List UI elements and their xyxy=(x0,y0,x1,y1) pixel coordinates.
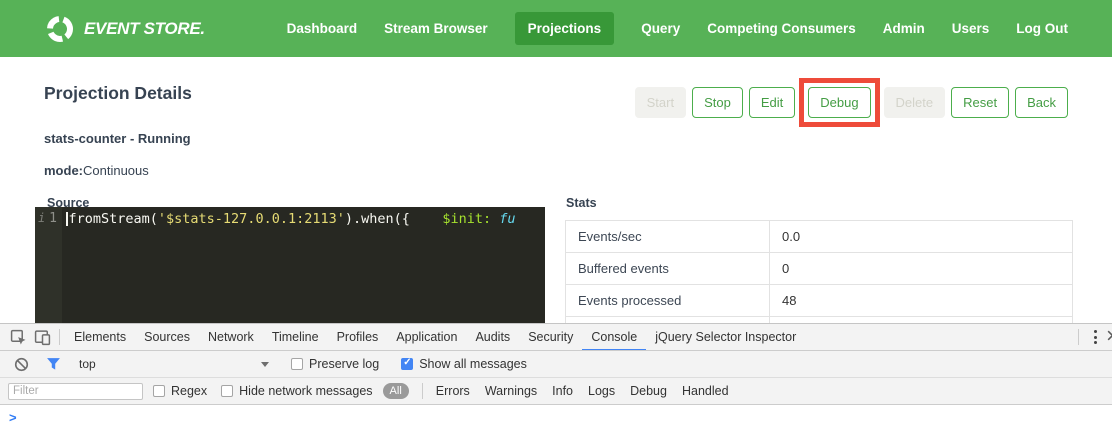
main-nav: Dashboard Stream Browser Projections Que… xyxy=(287,12,1068,45)
debug-highlight-box: Debug xyxy=(799,78,879,127)
clear-console-icon[interactable] xyxy=(9,352,33,376)
start-button[interactable]: Start xyxy=(635,87,686,118)
stat-name: Events processed xyxy=(566,285,770,317)
code-function-keyword: fu xyxy=(491,211,515,227)
table-row: Buffered events 0 xyxy=(566,253,1073,285)
toolbar-separator xyxy=(422,383,423,399)
brand-title: EVENT STORE. xyxy=(84,19,205,39)
filter-funnel-icon[interactable] xyxy=(41,352,65,376)
action-button-row: Start Stop Edit Debug Delete Reset Back xyxy=(635,78,1068,127)
stop-button[interactable]: Stop xyxy=(692,87,743,118)
hide-network-label: Hide network messages xyxy=(239,384,372,398)
nav-item-projections[interactable]: Projections xyxy=(515,12,615,45)
toolbar-separator xyxy=(1078,329,1079,345)
text-cursor xyxy=(66,212,68,226)
nav-item-admin[interactable]: Admin xyxy=(883,21,925,36)
regex-label: Regex xyxy=(171,384,207,398)
devtools-tab-elements[interactable]: Elements xyxy=(65,324,135,351)
table-row: Events/sec 0.0 xyxy=(566,221,1073,253)
devtools-tab-audits[interactable]: Audits xyxy=(466,324,519,351)
console-toolbar: top Preserve log Show all messages xyxy=(0,351,1112,378)
execution-context-value: top xyxy=(79,357,96,371)
devtools-close-icon[interactable] xyxy=(1106,329,1112,345)
devtools-tab-console[interactable]: Console xyxy=(582,324,646,351)
dropdown-arrow-icon xyxy=(261,362,269,367)
gutter-info-icon: i xyxy=(38,211,45,323)
execution-context-selector[interactable]: top xyxy=(79,357,269,371)
devtools-tab-timeline[interactable]: Timeline xyxy=(263,324,328,351)
code-plain-2: ).when({ xyxy=(345,211,443,227)
filter-level-handled[interactable]: Handled xyxy=(682,384,729,398)
toolbar-separator xyxy=(59,329,60,345)
nav-item-dashboard[interactable]: Dashboard xyxy=(287,21,358,36)
page-title: Projection Details xyxy=(44,83,192,104)
nav-item-competing-consumers[interactable]: Competing Consumers xyxy=(707,21,856,36)
main-content: Projection Details Start Stop Edit Debug… xyxy=(0,57,1112,323)
stat-value: 0 xyxy=(770,253,1073,285)
devtools-tab-profiles[interactable]: Profiles xyxy=(328,324,388,351)
code-string: '$stats-127.0.0.1:2113' xyxy=(158,211,345,227)
stats-section-label: Stats xyxy=(566,196,597,210)
devtools-menu-icon[interactable] xyxy=(1084,330,1106,344)
mode-value: Continuous xyxy=(83,163,149,178)
filter-level-warnings[interactable]: Warnings xyxy=(485,384,537,398)
stat-value: 0.0 xyxy=(770,221,1073,253)
regex-option: Regex xyxy=(153,384,207,398)
back-button[interactable]: Back xyxy=(1015,87,1068,118)
source-code-editor[interactable]: i 1 fromStream('$stats-127.0.0.1:2113').… xyxy=(35,207,545,323)
debug-button[interactable]: Debug xyxy=(808,87,870,118)
regex-checkbox[interactable] xyxy=(153,385,165,397)
table-row: Events processed 48 xyxy=(566,285,1073,317)
nav-item-query[interactable]: Query xyxy=(641,21,680,36)
filter-input[interactable] xyxy=(8,383,143,400)
show-all-messages-label: Show all messages xyxy=(419,357,527,371)
hide-network-option: Hide network messages xyxy=(221,384,372,398)
filter-level-errors[interactable]: Errors xyxy=(436,384,470,398)
edit-button[interactable]: Edit xyxy=(749,87,795,118)
device-toolbar-icon[interactable] xyxy=(30,325,54,349)
brand[interactable]: EVENT STORE. xyxy=(45,14,205,44)
nav-item-users[interactable]: Users xyxy=(952,21,990,36)
reset-button[interactable]: Reset xyxy=(951,87,1009,118)
show-all-messages-option: Show all messages xyxy=(401,357,527,371)
inspect-element-icon[interactable] xyxy=(6,325,30,349)
preserve-log-option: Preserve log xyxy=(291,357,379,371)
devtools-panel: Elements Sources Network Timeline Profil… xyxy=(0,323,1112,440)
event-store-logo-icon xyxy=(45,14,75,44)
console-output-area[interactable]: > xyxy=(0,405,1112,440)
mode-label: mode: xyxy=(44,163,83,178)
preserve-log-label: Preserve log xyxy=(309,357,379,371)
filter-level-info[interactable]: Info xyxy=(552,384,573,398)
show-all-messages-checkbox[interactable] xyxy=(401,358,413,370)
filter-levels: Errors Warnings Info Logs Debug Handled xyxy=(436,384,729,398)
app-header: EVENT STORE. Dashboard Stream Browser Pr… xyxy=(0,0,1112,57)
stat-name: Events/sec xyxy=(566,221,770,253)
devtools-tab-application[interactable]: Application xyxy=(387,324,466,351)
filter-all-pill[interactable]: All xyxy=(383,383,409,399)
filter-level-logs[interactable]: Logs xyxy=(588,384,615,398)
console-filter-bar: Regex Hide network messages All Errors W… xyxy=(0,378,1112,405)
stat-value: 48 xyxy=(770,285,1073,317)
nav-item-logout[interactable]: Log Out xyxy=(1016,21,1068,36)
devtools-tab-bar: Elements Sources Network Timeline Profil… xyxy=(0,324,1112,351)
devtools-tab-security[interactable]: Security xyxy=(519,324,582,351)
stats-table: Events/sec 0.0 Buffered events 0 Events … xyxy=(565,220,1073,323)
editor-gutter: i 1 xyxy=(35,207,62,323)
console-prompt-chevron: > xyxy=(9,410,17,425)
nav-item-stream-browser[interactable]: Stream Browser xyxy=(384,21,488,36)
preserve-log-checkbox[interactable] xyxy=(291,358,303,370)
projection-name-status: stats-counter - Running xyxy=(44,131,191,146)
devtools-tab-network[interactable]: Network xyxy=(199,324,263,351)
delete-button[interactable]: Delete xyxy=(884,87,946,118)
devtools-tab-jquery-selector-inspector[interactable]: jQuery Selector Inspector xyxy=(646,324,805,351)
devtools-tab-sources[interactable]: Sources xyxy=(135,324,199,351)
line-number: 1 xyxy=(49,211,57,323)
mode-line: mode:Continuous xyxy=(44,163,149,178)
code-plain-1: fromStream( xyxy=(69,211,158,227)
hide-network-checkbox[interactable] xyxy=(221,385,233,397)
code-line[interactable]: fromStream('$stats-127.0.0.1:2113').when… xyxy=(62,207,545,323)
code-init-keyword: $init: xyxy=(442,211,491,227)
filter-level-debug[interactable]: Debug xyxy=(630,384,667,398)
stat-name: Buffered events xyxy=(566,253,770,285)
